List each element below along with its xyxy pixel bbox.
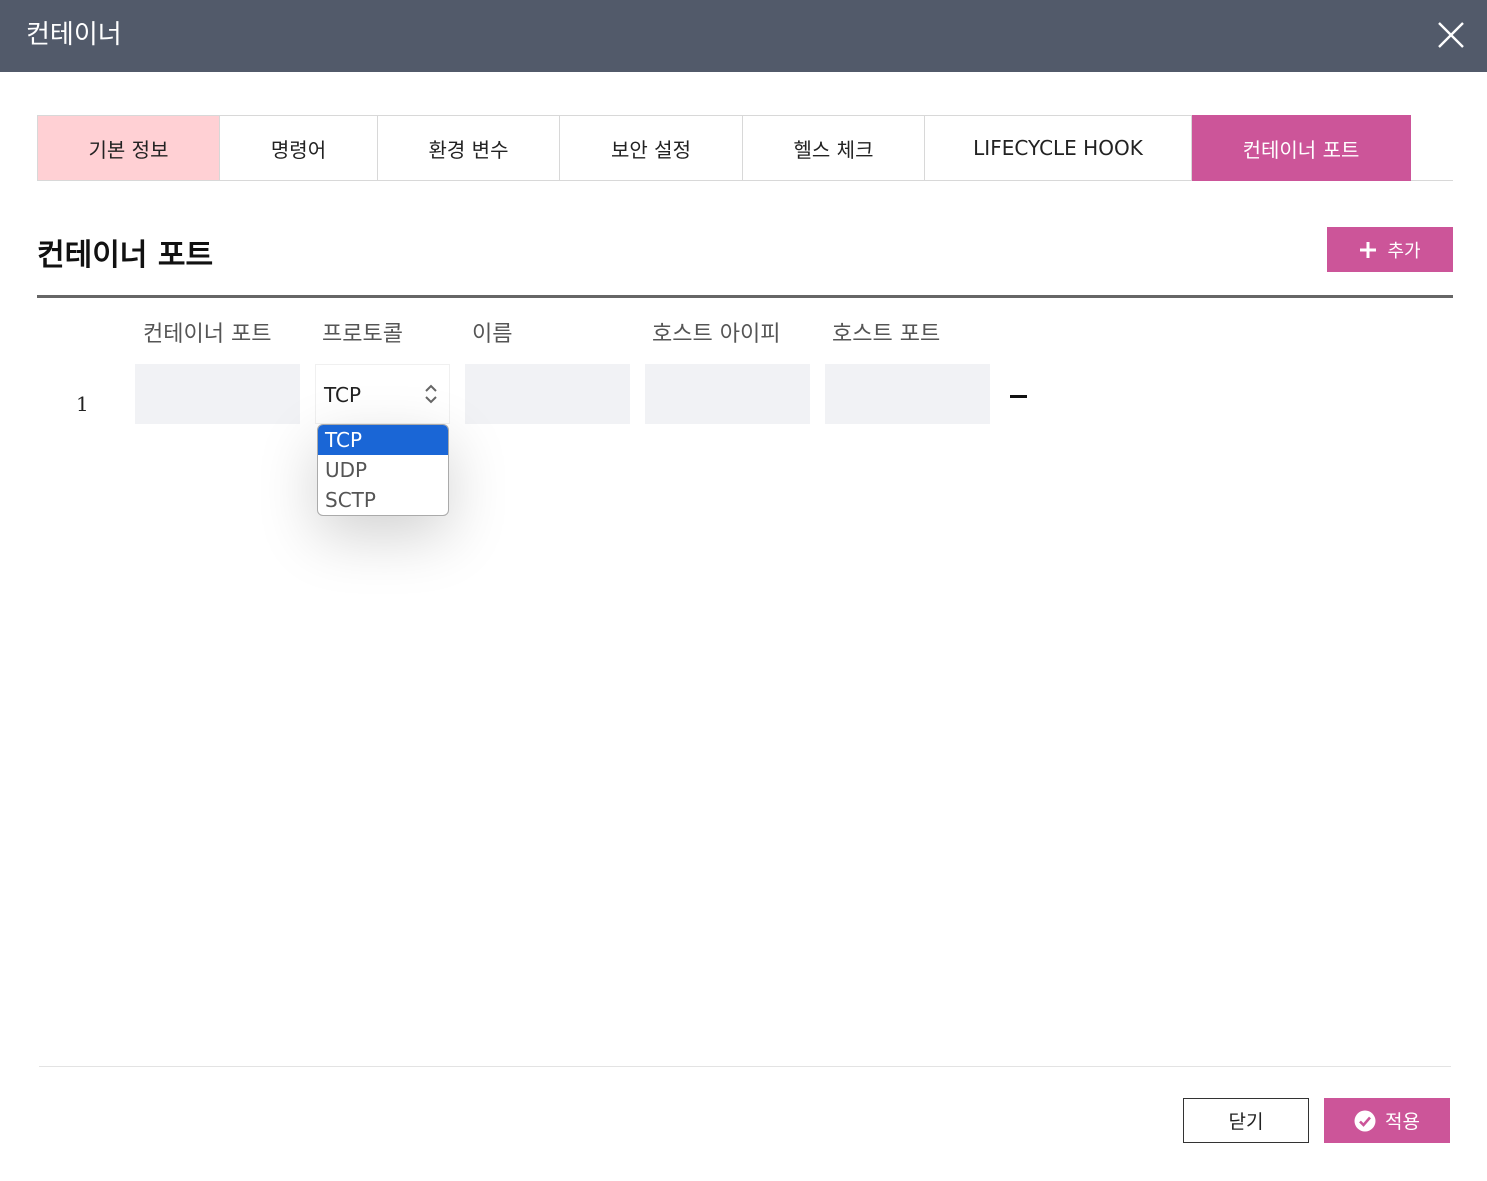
- dialog-titlebar: 컨테이너: [0, 0, 1487, 72]
- name-input[interactable]: [465, 364, 630, 424]
- dialog-title: 컨테이너: [26, 20, 122, 50]
- tab-health-check[interactable]: 헬스 체크: [743, 115, 925, 181]
- header-host-port: 호스트 포트: [832, 322, 941, 347]
- host-port-input[interactable]: [825, 364, 990, 424]
- apply-button-label: 적용: [1385, 1112, 1420, 1133]
- remove-row-button[interactable]: [1009, 385, 1029, 409]
- row-index: 1: [76, 392, 89, 416]
- header-name: 이름: [472, 322, 513, 347]
- section-title: 컨테이너 포트: [37, 238, 214, 273]
- host-ip-input[interactable]: [645, 364, 810, 424]
- plus-icon: [1360, 241, 1377, 258]
- add-button[interactable]: 추가: [1327, 227, 1453, 272]
- header-protocol: 프로토콜: [322, 322, 403, 347]
- add-button-label: 추가: [1387, 240, 1421, 261]
- tab-env-vars[interactable]: 환경 변수: [378, 115, 560, 181]
- protocol-select[interactable]: TCP: [315, 364, 450, 424]
- protocol-option-sctp[interactable]: SCTP: [318, 485, 448, 515]
- apply-button[interactable]: 적용: [1324, 1098, 1450, 1143]
- tab-basic-info[interactable]: 기본 정보: [37, 115, 220, 181]
- protocol-dropdown: TCP UDP SCTP: [317, 424, 449, 516]
- close-button[interactable]: 닫기: [1183, 1098, 1309, 1143]
- check-circle-icon: [1354, 1110, 1376, 1131]
- close-icon[interactable]: [1432, 16, 1470, 54]
- tab-lifecycle-hook[interactable]: LIFECYCLE HOOK: [925, 115, 1192, 181]
- tab-command[interactable]: 명령어: [220, 115, 378, 181]
- protocol-option-udp[interactable]: UDP: [318, 455, 448, 485]
- tab-security[interactable]: 보안 설정: [560, 115, 743, 181]
- minus-icon: [1010, 395, 1027, 398]
- tab-bar: 기본 정보 명령어 환경 변수 보안 설정 헬스 체크 LIFECYCLE HO…: [37, 115, 1453, 181]
- protocol-option-tcp[interactable]: TCP: [318, 425, 448, 455]
- tab-container-port[interactable]: 컨테이너 포트: [1192, 115, 1411, 181]
- header-host-ip: 호스트 아이피: [652, 322, 781, 347]
- protocol-select-value: TCP: [324, 383, 362, 407]
- header-container-port: 컨테이너 포트: [143, 322, 272, 347]
- footer-divider: [39, 1066, 1451, 1067]
- section-divider: [37, 295, 1453, 298]
- chevron-up-down-icon: [425, 384, 437, 404]
- container-port-input[interactable]: [135, 364, 300, 424]
